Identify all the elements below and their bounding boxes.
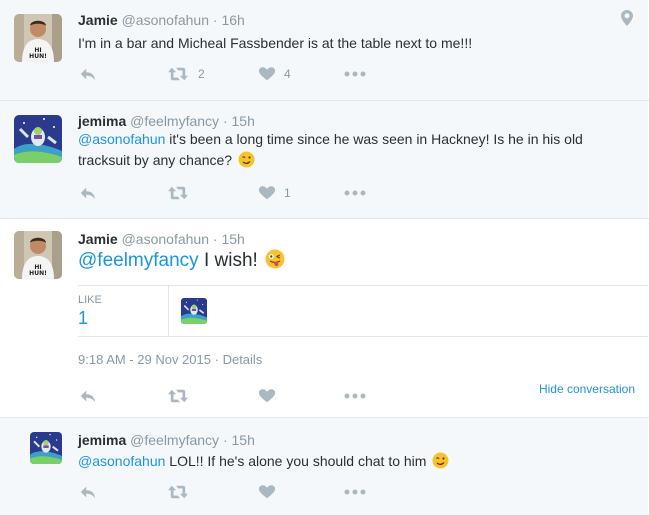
tweet-body: LOL!! If he's alone you should chat to h… [165, 453, 427, 469]
like-icon [258, 483, 276, 501]
author-handle[interactable]: @asonofahun [122, 12, 209, 28]
avatar[interactable] [14, 14, 62, 62]
tweet-text: I'm in a bar and Micheal Fassbender is a… [78, 33, 628, 54]
like-count: 1 [284, 186, 291, 200]
like-button[interactable] [258, 386, 276, 406]
author-handle[interactable]: @feelmyfancy [130, 432, 219, 448]
author-handle[interactable]: @feelmyfancy [130, 113, 219, 129]
wink-emoji [432, 452, 449, 469]
more-icon [344, 488, 366, 496]
separator-dot: · [212, 231, 218, 247]
tweet-metadata: 9:18 AM - 29 Nov 2015 · Details [78, 352, 262, 367]
tweet-1[interactable]: Jamie @asonofahun · 16h I'm in a bar and… [0, 0, 648, 100]
tweet-actions: 2 4 [78, 64, 378, 84]
author-handle[interactable]: @asonofahun [122, 231, 209, 247]
tweet-actions: 1 [78, 183, 378, 203]
liker-avatar[interactable] [181, 298, 207, 324]
reply-button[interactable] [78, 183, 98, 203]
author-name[interactable]: jemima [78, 113, 126, 129]
tweet-time[interactable]: 15h [232, 113, 255, 129]
tweet-4-reply[interactable]: jemima @feelmyfancy · 15h @asonofahun LO… [0, 418, 648, 515]
like-button[interactable]: 1 [258, 183, 291, 203]
retweet-icon [166, 65, 190, 83]
mention-link[interactable]: @asonofahun [78, 131, 165, 147]
more-button[interactable] [344, 183, 366, 203]
avatar[interactable] [14, 231, 62, 279]
stats-divider [168, 286, 169, 336]
like-icon [258, 387, 276, 405]
reply-button[interactable] [78, 386, 98, 406]
like-icon [258, 65, 276, 83]
reply-button[interactable] [78, 482, 98, 502]
like-button[interactable]: 4 [258, 64, 291, 84]
retweet-button[interactable] [166, 482, 190, 502]
retweet-button[interactable] [166, 386, 190, 406]
tongue-emoji [265, 249, 285, 269]
retweet-button[interactable]: 2 [166, 64, 205, 84]
tweet-actions [78, 386, 378, 406]
reply-icon [78, 65, 98, 83]
hide-conversation-link[interactable]: Hide conversation [539, 382, 635, 396]
like-icon [258, 184, 276, 202]
author-name[interactable]: jemima [78, 432, 126, 448]
like-count: 4 [284, 67, 291, 81]
retweet-button[interactable] [166, 183, 198, 203]
tweet-time[interactable]: 15h [232, 432, 255, 448]
separator-dot: · [212, 12, 218, 28]
retweet-icon [166, 387, 190, 405]
tweet-body: I'm in a bar and Micheal Fassbender is a… [78, 35, 473, 51]
author-name[interactable]: Jamie [78, 12, 118, 28]
more-button[interactable] [344, 64, 366, 84]
reply-icon [78, 483, 98, 501]
location-icon[interactable] [621, 10, 633, 26]
avatar[interactable] [14, 115, 62, 163]
like-button[interactable] [258, 482, 276, 502]
author-name[interactable]: Jamie [78, 231, 118, 247]
more-button[interactable] [344, 386, 366, 406]
tweet-text: @feelmyfancy I wish! [78, 249, 623, 273]
tweet-text: @asonofahun it's been a long time since … [78, 129, 623, 171]
mention-link[interactable]: @asonofahun [78, 453, 165, 469]
wink-emoji [238, 151, 255, 168]
reply-icon [78, 387, 98, 405]
more-icon [344, 70, 366, 78]
likes-label: LIKE [78, 294, 102, 306]
separator-dot: · [214, 352, 219, 367]
tweet-2[interactable]: jemima @feelmyfancy · 15h @asonofahun it… [0, 101, 648, 218]
avatar[interactable] [30, 432, 62, 464]
tweet-time[interactable]: 16h [221, 12, 244, 28]
retweet-icon [166, 483, 190, 501]
tweet-stats: LIKE 1 [78, 285, 648, 337]
mention-link[interactable]: @feelmyfancy [78, 250, 199, 271]
more-button[interactable] [344, 482, 366, 502]
details-link[interactable]: Details [223, 352, 263, 367]
tweet-text: @asonofahun LOL!! If he's alone you shou… [78, 451, 623, 472]
more-icon [344, 392, 366, 400]
retweet-count: 2 [198, 67, 205, 81]
tweet-time[interactable]: 15h [221, 231, 244, 247]
separator-dot: · [222, 432, 228, 448]
tweet-timestamp[interactable]: 9:18 AM - 29 Nov 2015 [78, 352, 211, 367]
tweet-actions [78, 482, 378, 502]
retweet-icon [166, 184, 190, 202]
likes-count[interactable]: 1 [78, 308, 88, 329]
reply-icon [78, 184, 98, 202]
separator-dot: · [222, 113, 228, 129]
more-icon [344, 189, 366, 197]
tweet-body: I wish! [198, 250, 258, 271]
reply-button[interactable] [78, 64, 98, 84]
